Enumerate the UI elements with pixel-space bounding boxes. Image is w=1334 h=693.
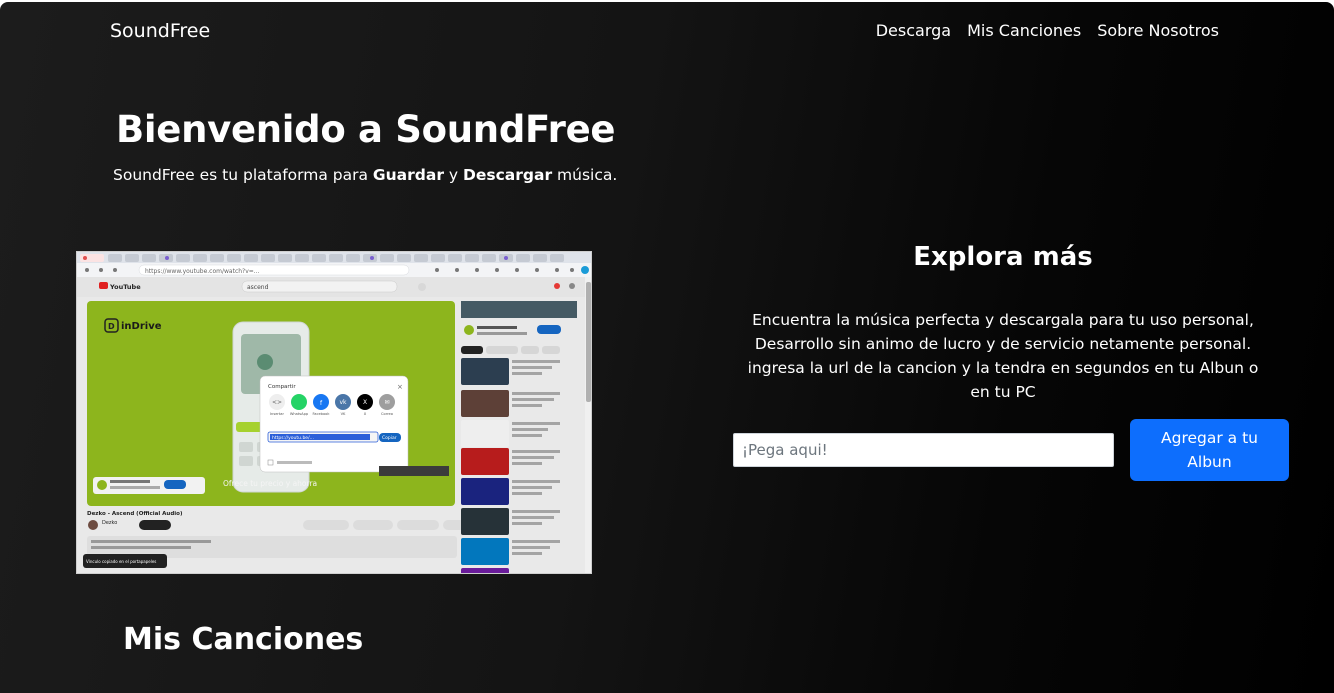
explora-title: Explora más [913, 242, 1093, 272]
screenshot-share-title: Compartir [268, 384, 296, 390]
screenshot-video-title: Dezko - Ascend (Official Audio) [87, 511, 183, 517]
nav-link-sobre-nosotros[interactable]: Sobre Nosotros [1097, 21, 1219, 40]
hero-title: Bienvenido a SoundFree [116, 108, 616, 151]
screenshot-share-target-mail: Correo [381, 412, 393, 416]
screenshot-share-target-vk: VK [341, 412, 346, 416]
nav-brand[interactable]: SoundFree [110, 20, 210, 42]
screenshot-ad-brand: inDrive [121, 321, 162, 332]
svg-text:✉: ✉ [384, 399, 389, 406]
screenshot-share-target-whatsapp: WhatsApp [290, 412, 309, 416]
nav-link-mis-canciones[interactable]: Mis Canciones [967, 21, 1081, 40]
screenshot-toast: Vínculo copiado en el portapapeles [86, 559, 156, 564]
svg-text:<>: <> [272, 399, 282, 406]
screenshot-search-text: ascend [247, 284, 269, 291]
nav-links: Descarga Mis Canciones Sobre Nosotros [876, 21, 1219, 40]
hero-subtitle-guardar: Guardar [372, 166, 444, 184]
hero-subtitle: SoundFree es tu plataforma para Guardar … [113, 166, 617, 184]
svg-text:×: × [397, 383, 403, 391]
page: SoundFree Descarga Mis Canciones Sobre N… [0, 2, 1334, 693]
url-input[interactable] [733, 433, 1114, 467]
screenshot-share-url: https://youtu.be/... [272, 435, 314, 441]
svg-text:X: X [363, 399, 367, 406]
add-to-album-button[interactable]: Agregar a tu Albun [1130, 419, 1289, 481]
screenshot-copy-label: Copiar [382, 435, 397, 441]
screenshot-share-target-embed: Insertar [270, 412, 285, 416]
screenshot-ad-tagline: Ofrece tu precio y ahorra [223, 479, 317, 488]
nav-link-descarga[interactable]: Descarga [876, 21, 951, 40]
mis-canciones-heading: Mis Canciones [123, 622, 364, 657]
svg-text:D: D [108, 322, 115, 331]
hero-subtitle-suffix: música. [552, 166, 618, 184]
tutorial-screenshot: https://www.youtube.com/watch?v=... YouT… [76, 251, 592, 574]
explora-description: Encuentra la música perfecta y descargal… [747, 311, 1259, 401]
screenshot-channel: Dezko [102, 520, 117, 526]
screenshot-share-target-facebook: Facebook [313, 412, 331, 416]
hero-subtitle-prefix: SoundFree es tu plataforma para [113, 166, 373, 184]
svg-text:https://www.youtube.com/watch?: https://www.youtube.com/watch?v=... [145, 268, 260, 275]
hero-subtitle-and: y [443, 166, 464, 184]
svg-text:vk: vk [339, 399, 347, 406]
hero-subtitle-descargar: Descargar [463, 166, 553, 184]
svg-text:YouTube: YouTube [109, 283, 141, 291]
